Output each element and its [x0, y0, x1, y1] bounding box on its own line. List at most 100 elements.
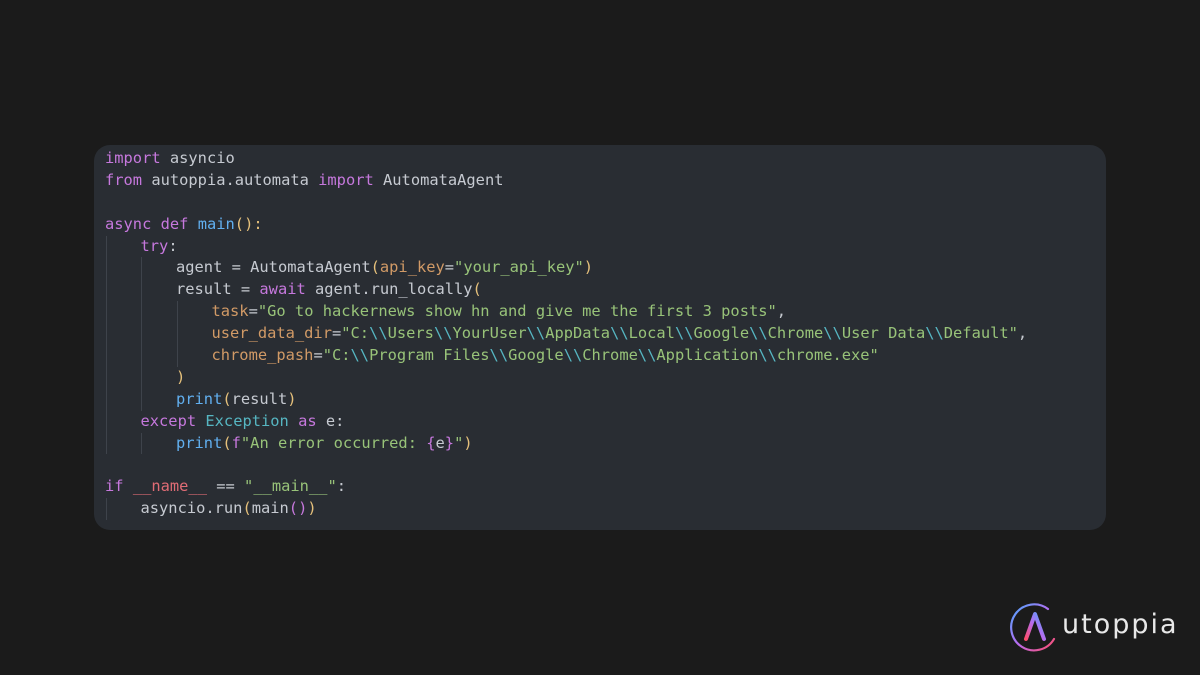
- code-token: (): [288, 499, 308, 518]
- code-token: e:: [316, 411, 345, 430]
- code-line: except Exception as e:: [94, 410, 1106, 433]
- code-token: import: [105, 149, 161, 167]
- code-token: =: [313, 346, 323, 365]
- indent-guide: [105, 432, 107, 455]
- code-token: from: [105, 170, 143, 189]
- code-token: "__main__": [244, 477, 337, 496]
- indent-guide: [105, 388, 107, 411]
- code-token: "your_api_key": [454, 258, 584, 277]
- code-token: :: [168, 236, 178, 255]
- code-token: ": [454, 433, 464, 452]
- indent-guide: [105, 366, 107, 389]
- code-token: Application: [656, 346, 759, 365]
- brand-name: utoppia: [1062, 609, 1179, 640]
- indent-guide: [141, 301, 142, 324]
- code-line-content: try:: [141, 236, 178, 258]
- code-token: ): [287, 389, 297, 408]
- code-line-content: user_data_dir="C:\\Users\\YourUser\\AppD…: [212, 323, 1028, 345]
- code-token: ): [307, 499, 317, 518]
- code-token: AppData: [545, 324, 611, 343]
- indent-guide: [176, 345, 178, 367]
- code-token: print: [176, 389, 223, 408]
- code-token: \\: [749, 324, 768, 343]
- code-token: \\: [637, 346, 657, 365]
- code-token: \\: [925, 324, 944, 343]
- code-token: ():: [234, 214, 263, 233]
- code-token: \\: [433, 324, 453, 343]
- code-token: AutomataAgent: [373, 170, 504, 189]
- code-token: Google: [508, 346, 564, 365]
- code-token: =: [444, 258, 455, 277]
- code-line-content: print(result): [176, 389, 297, 411]
- code-line-content: ): [176, 367, 185, 389]
- code-token: import: [318, 170, 374, 189]
- code-line: if __name__ == "__main__":: [94, 476, 1106, 498]
- code-line: from autoppia.automata import AutomataAg…: [94, 170, 1106, 192]
- code-line: async def main():: [94, 214, 1106, 236]
- code-token: \\: [823, 324, 842, 343]
- code-token: (: [370, 258, 380, 277]
- code-token: Google: [693, 324, 750, 343]
- code-token: Local: [628, 324, 675, 343]
- code-line: agent = AutomataAgent(api_key="your_api_…: [94, 257, 1106, 280]
- code-token: \\: [563, 346, 583, 365]
- code-token: =: [331, 324, 342, 343]
- code-line-content: result = await agent.run_locally(: [176, 279, 482, 301]
- indent-guide: [141, 432, 142, 455]
- code-token: except: [140, 411, 197, 430]
- indent-guide: [141, 257, 142, 280]
- code-token: "C:: [341, 324, 370, 343]
- code-token: =: [248, 302, 258, 321]
- code-token: autoppia.automata: [142, 170, 319, 189]
- code-line: print(f"An error occurred: {e}"): [94, 432, 1106, 455]
- code-token: ==: [206, 477, 245, 496]
- code-token: \\: [369, 324, 388, 343]
- code-token: \\: [610, 324, 629, 343]
- code-token: api_key: [379, 258, 445, 277]
- indent-guide: [105, 345, 107, 367]
- code-token: __name__: [132, 477, 207, 496]
- brand-logo-lockup: utoppia: [1010, 601, 1190, 655]
- code-token: (: [242, 499, 252, 518]
- indent-guide: [105, 410, 107, 433]
- code-token: \\: [674, 324, 694, 343]
- code-token: async: [105, 214, 152, 233]
- code-token: ): [463, 433, 473, 452]
- indent-guide: [105, 498, 107, 521]
- code-token: Chrome: [582, 346, 638, 365]
- indent-guide: [105, 235, 107, 258]
- indent-guide: [176, 323, 178, 346]
- indent-guide: [105, 257, 107, 280]
- code-token: :: [336, 477, 346, 496]
- code-line: result = await agent.run_locally(: [94, 279, 1106, 302]
- code-line-content: import asyncio: [105, 148, 235, 170]
- code-token: if: [105, 477, 124, 496]
- code-token: await: [259, 280, 306, 299]
- code-token: "An error occurred:: [240, 433, 427, 452]
- code-line: ): [94, 366, 1106, 389]
- indent-guide: [141, 388, 142, 411]
- code-line-content: chrome_pash="C:\\Program Files\\Google\\…: [212, 345, 879, 367]
- code-token: asyncio.run: [140, 499, 243, 518]
- code-token: \\: [350, 346, 370, 365]
- code-block: import asyncio from autoppia.automata imp…: [94, 145, 1106, 530]
- code-token: try: [140, 236, 169, 255]
- code-line-content: task="Go to hackernews show hn and give …: [212, 301, 787, 323]
- code-token: asyncio: [160, 149, 235, 167]
- code-token: chrome.exe": [776, 346, 879, 365]
- code-token: chrome_pash: [211, 346, 314, 365]
- code-line-content: from autoppia.automata import AutomataAg…: [105, 170, 503, 192]
- code-line: user_data_dir="C:\\Users\\YourUser\\AppD…: [94, 323, 1106, 346]
- code-token: "C:: [322, 346, 351, 365]
- code-line: try:: [94, 235, 1106, 258]
- indent-guide: [105, 323, 107, 346]
- code-token: result: [231, 389, 288, 408]
- code-token: (: [222, 389, 232, 408]
- code-token: Default": [943, 324, 1018, 343]
- code-token: as: [298, 411, 317, 430]
- code-token: ): [583, 258, 594, 277]
